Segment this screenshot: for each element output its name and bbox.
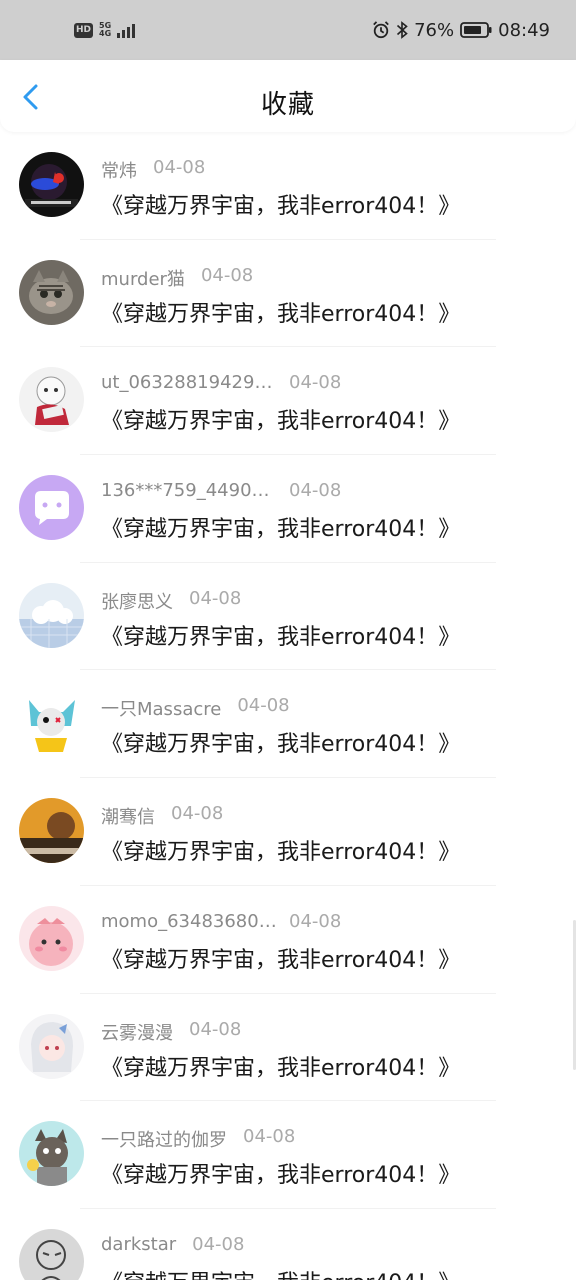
cartoon-cat-avatar bbox=[19, 1121, 84, 1187]
user-name: momo_63483680… bbox=[101, 910, 277, 932]
signal-icon bbox=[117, 22, 136, 38]
among-us-impostor-avatar bbox=[19, 152, 84, 217]
user-name: 张廖思义 bbox=[101, 591, 173, 613]
item-date: 04-08 bbox=[289, 910, 342, 932]
pastel-clouds-avatar bbox=[19, 582, 84, 648]
list-item[interactable]: 一只Massacre 04-08 《穿越万界宇宙，我非error404！》 bbox=[0, 670, 576, 779]
user-name: ut_06328819429… bbox=[101, 372, 273, 394]
status-left: HD 5G 4G bbox=[74, 22, 136, 38]
list-item[interactable]: 常炜 04-08 《穿越万界宇宙，我非error404！》 bbox=[0, 132, 576, 240]
item-date: 04-08 bbox=[243, 1126, 296, 1148]
item-meta: 张廖思义 04-08 bbox=[101, 588, 241, 614]
list-item[interactable]: 一只路过的伽罗 04-08 《穿越万界宇宙，我非error404！》 bbox=[0, 1101, 576, 1209]
item-meta: ut_06328819429… 04-08 bbox=[101, 372, 341, 393]
user-name: 潮骞信 bbox=[101, 807, 155, 829]
battery-percent: 76% bbox=[414, 19, 455, 41]
alarm-icon bbox=[373, 21, 389, 39]
item-date: 04-08 bbox=[289, 480, 342, 502]
item-meta: 一只Massacre 04-08 bbox=[101, 695, 290, 721]
item-date: 04-08 bbox=[189, 587, 242, 609]
avatar[interactable] bbox=[19, 1228, 84, 1280]
avatar[interactable] bbox=[19, 152, 84, 217]
item-message: 《穿越万界宇宙，我非error404！》 bbox=[101, 1265, 460, 1280]
item-message: 《穿越万界宇宙，我非error404！》 bbox=[101, 947, 461, 973]
list-item[interactable]: 云雾漫漫 04-08 《穿越万界宇宙，我非error404！》 bbox=[0, 994, 576, 1102]
photo-avatar bbox=[19, 798, 84, 864]
network-sub-label: 4G bbox=[99, 29, 112, 38]
avatar[interactable] bbox=[19, 798, 84, 864]
item-meta: 云雾漫漫 04-08 bbox=[101, 1019, 241, 1045]
avatar[interactable] bbox=[19, 582, 84, 648]
item-message: 《穿越万界宇宙，我非error404！》 bbox=[101, 194, 461, 219]
list-item[interactable]: murder猫 04-08 《穿越万界宇宙，我非error404！》 bbox=[0, 240, 576, 348]
avatar[interactable] bbox=[19, 1013, 84, 1079]
list-item[interactable]: 136***759_44900… 04-08 《穿越万界宇宙，我非error40… bbox=[0, 455, 576, 563]
item-date: 04-08 bbox=[200, 264, 254, 286]
item-meta: darkstar 04-08 bbox=[101, 1234, 244, 1255]
item-date: 04-08 bbox=[192, 1233, 245, 1255]
item-message: 《穿越万界宇宙，我非error404！》 bbox=[101, 409, 461, 435]
tabby-cat-avatar bbox=[19, 259, 84, 325]
item-date: 04-08 bbox=[153, 157, 206, 178]
avatar[interactable] bbox=[19, 259, 84, 325]
pink-creature-avatar bbox=[19, 905, 84, 971]
battery-icon bbox=[460, 22, 492, 38]
item-message: 《穿越万界宇宙，我非error404！》 bbox=[101, 301, 461, 327]
item-date: 04-08 bbox=[171, 803, 224, 825]
user-name: 常炜 bbox=[101, 161, 137, 182]
bluetooth-icon bbox=[397, 21, 408, 39]
list-item[interactable]: 潮骞信 04-08 《穿越万界宇宙，我非error404！》 bbox=[0, 778, 576, 886]
avatar[interactable] bbox=[19, 367, 84, 433]
avatar[interactable] bbox=[19, 905, 84, 971]
list-item[interactable]: ut_06328819429… 04-08 《穿越万界宇宙，我非error404… bbox=[0, 347, 576, 456]
user-name: 一只路过的伽罗 bbox=[101, 1130, 227, 1152]
clock: 08:49 bbox=[498, 19, 550, 41]
item-message: 《穿越万界宇宙，我非error404！》 bbox=[101, 1055, 461, 1081]
item-message: 《穿越万界宇宙，我非error404！》 bbox=[101, 732, 461, 758]
user-name: 一只Massacre bbox=[101, 699, 222, 721]
item-meta: momo_63483680… 04-08 bbox=[101, 911, 341, 932]
item-message: 《穿越万界宇宙，我非error404！》 bbox=[101, 624, 461, 650]
favorites-list: 常炜 04-08 《穿越万界宇宙，我非error404！》 murder猫 04… bbox=[0, 132, 576, 1280]
cartoon-character-avatar bbox=[19, 690, 84, 756]
network-type: 5G 4G bbox=[99, 22, 111, 38]
user-name: 136***759_44900… bbox=[101, 480, 279, 502]
hd-badge: HD bbox=[74, 22, 94, 38]
item-message: 《穿越万界宇宙，我非error404！》 bbox=[101, 1163, 461, 1189]
sketch-character-avatar bbox=[19, 1228, 84, 1280]
item-date: 04-08 bbox=[189, 1018, 242, 1040]
user-name: murder猫 bbox=[101, 268, 185, 290]
item-meta: 136***759_44900… 04-08 bbox=[101, 480, 341, 501]
avatar[interactable] bbox=[19, 1121, 84, 1187]
page-title: 收藏 bbox=[260, 90, 315, 120]
item-meta: 常炜 04-08 bbox=[101, 157, 205, 183]
anime-girl-avatar bbox=[19, 1013, 84, 1079]
avatar[interactable] bbox=[19, 475, 84, 541]
item-date: 04-08 bbox=[237, 695, 290, 717]
list-item[interactable]: momo_63483680… 04-08 《穿越万界宇宙，我非error404！… bbox=[0, 886, 576, 994]
avatar[interactable] bbox=[19, 690, 84, 756]
user-name: 云雾漫漫 bbox=[101, 1022, 173, 1044]
item-meta: 一只路过的伽罗 04-08 bbox=[101, 1126, 295, 1152]
user-name: darkstar bbox=[101, 1233, 177, 1255]
item-message: 《穿越万界宇宙，我非error404！》 bbox=[101, 840, 461, 866]
list-item[interactable]: 张廖思义 04-08 《穿越万界宇宙，我非error404！》 bbox=[0, 563, 576, 671]
item-date: 04-08 bbox=[289, 372, 342, 394]
item-message: 《穿越万界宇宙，我非error404！》 bbox=[101, 517, 461, 543]
status-bar: HD 5G 4G 76% 08:49 bbox=[0, 0, 576, 60]
status-right: 76% 08:49 bbox=[372, 20, 550, 41]
list-item[interactable]: darkstar 04-08 《穿越万界宇宙，我非error404！》 bbox=[0, 1209, 576, 1280]
item-meta: murder猫 04-08 bbox=[101, 265, 253, 291]
skeleton-character-avatar bbox=[19, 367, 84, 433]
chat-bubble-icon bbox=[19, 475, 84, 541]
item-meta: 潮骞信 04-08 bbox=[101, 803, 223, 829]
app-header: 收藏 bbox=[0, 60, 576, 132]
